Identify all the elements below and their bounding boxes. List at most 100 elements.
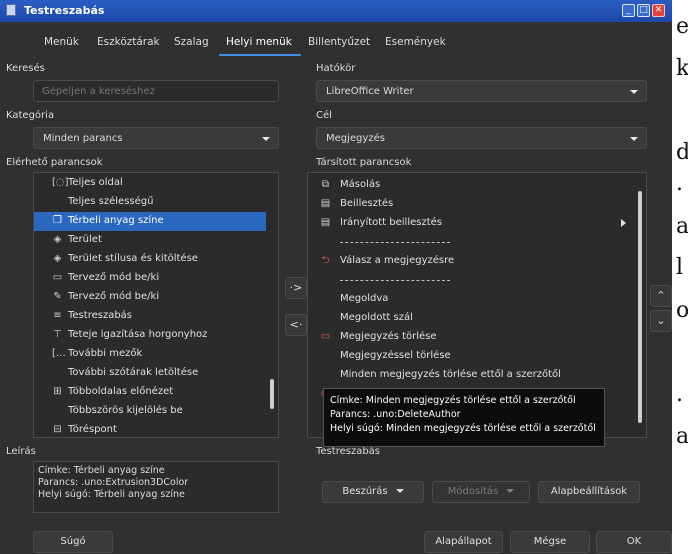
list-item-label: Megjegyzés törlése bbox=[340, 331, 437, 342]
background-letter: k bbox=[676, 56, 688, 81]
copy-icon: ⧉ bbox=[321, 179, 330, 190]
list-item-label: Töréspont bbox=[68, 424, 117, 435]
tab-events[interactable]: Események bbox=[385, 36, 446, 48]
background-letter: . bbox=[676, 171, 683, 196]
list-item[interactable]: ⊞ Többoldalas előnézet bbox=[34, 383, 266, 402]
list-item[interactable]: ≡ Testreszabás bbox=[34, 307, 266, 326]
list-item[interactable]: ◈ Terület bbox=[34, 231, 266, 250]
list-item-label: Beillesztés bbox=[340, 198, 394, 209]
list-item-label: Tervező mód be/ki bbox=[68, 272, 160, 283]
title-bar[interactable]: Testreszabás _ □ ✕ bbox=[0, 0, 672, 22]
background-letter: d bbox=[676, 140, 688, 165]
modify-button[interactable]: Módosítás bbox=[432, 481, 530, 503]
list-item[interactable]: [… További mezők bbox=[34, 345, 266, 364]
tab-menus[interactable]: Menük bbox=[44, 36, 79, 48]
reset-button[interactable]: Alapállapot bbox=[424, 531, 503, 553]
help-button[interactable]: Súgó bbox=[33, 531, 113, 553]
list-item[interactable]: ▭ Megjegyzés törlése bbox=[308, 328, 634, 347]
break-icon: ⊟ bbox=[53, 424, 62, 435]
insert-button-label: Beszúrás bbox=[342, 486, 388, 497]
chevron-down-icon bbox=[395, 489, 404, 493]
list-item-label: Megoldott szál bbox=[340, 312, 413, 323]
background-letter: a bbox=[676, 424, 688, 449]
list-item[interactable]: ◈ Terület stílusa és kitöltése bbox=[34, 250, 266, 269]
design-mode-icon: ▭ bbox=[52, 272, 63, 283]
list-item[interactable]: ⊤ Teteje igazítása horgonyhoz bbox=[34, 326, 266, 345]
list-item[interactable]: ⧉ Másolás bbox=[308, 176, 634, 195]
tab-toolbars[interactable]: Eszköztárak bbox=[97, 36, 160, 48]
background-letter: e bbox=[676, 14, 688, 39]
target-select[interactable]: Megjegyzés bbox=[316, 127, 647, 149]
list-item[interactable]: ▤ Beillesztés bbox=[308, 195, 634, 214]
search-field bbox=[33, 80, 279, 102]
list-item-label: Megjegyzéssel törlése bbox=[340, 350, 451, 361]
minimize-button[interactable]: _ bbox=[622, 4, 635, 17]
paste-icon: ▤ bbox=[320, 198, 331, 209]
search-input[interactable] bbox=[34, 81, 278, 101]
chevron-down-icon bbox=[630, 137, 638, 141]
list-item[interactable]: [◌] Teljes oldal bbox=[34, 174, 266, 193]
tab-keyboard[interactable]: Billentyűzet bbox=[308, 36, 370, 48]
chevron-down-icon bbox=[262, 137, 270, 141]
tooltip-line: Parancs: .uno:DeleteAuthor bbox=[330, 409, 461, 420]
list-item[interactable]: ⮌ Válasz a megjegyzésre bbox=[308, 252, 634, 271]
list-item[interactable]: ⊟ Töréspont bbox=[34, 421, 266, 437]
list-item[interactable]: ✎ Tervező mód be/ki bbox=[34, 288, 266, 307]
list-item[interactable]: ▤ Irányított beillesztés bbox=[308, 214, 634, 233]
design-mode-pen-icon: ✎ bbox=[53, 291, 62, 302]
cancel-button[interactable]: Mégse bbox=[510, 531, 590, 553]
category-label: Kategória bbox=[6, 110, 55, 121]
ok-button[interactable]: OK bbox=[596, 531, 672, 553]
available-list-scrollbar[interactable] bbox=[270, 379, 274, 409]
close-button[interactable]: ✕ bbox=[652, 4, 665, 17]
defaults-button[interactable]: Alapbeállítások bbox=[538, 481, 640, 503]
scope-value: LibreOffice Writer bbox=[326, 86, 414, 97]
tab-bar: Menük Eszköztárak Szalag Helyi menük Bil… bbox=[0, 32, 672, 54]
list-item[interactable]: Megoldott szál bbox=[308, 309, 634, 328]
multipage-preview-icon: ⊞ bbox=[53, 386, 62, 397]
available-commands-list[interactable]: ⊟ Töréspont Többszörös kijelölés be ⊞ Többol… bbox=[33, 172, 279, 438]
list-item[interactable]: További szótárak letöltése bbox=[34, 364, 266, 383]
active-tab-indicator bbox=[219, 54, 301, 56]
list-item[interactable]: Megjegyzéssel törlése bbox=[308, 347, 634, 366]
list-item[interactable]: Többszörös kijelölés be bbox=[34, 402, 266, 421]
move-up-button[interactable]: ⌃ bbox=[650, 285, 672, 307]
list-item[interactable]: Megoldva bbox=[308, 290, 634, 309]
list-item-label: Testreszabás bbox=[68, 310, 133, 321]
remove-command-button[interactable]: <· bbox=[285, 314, 307, 336]
list-item-label: Irányított beillesztés bbox=[340, 217, 443, 228]
chevron-down-icon bbox=[630, 90, 638, 94]
list-item[interactable]: ❒ Térbeli anyag színe bbox=[34, 212, 266, 231]
insert-button[interactable]: Beszúrás bbox=[322, 481, 424, 503]
anchor-top-icon: ⊤ bbox=[53, 329, 62, 340]
description-line: Címke: Térbeli anyag színe bbox=[38, 465, 165, 476]
scope-label: Hatókör bbox=[316, 63, 356, 74]
target-value: Megjegyzés bbox=[326, 133, 385, 144]
move-down-button[interactable]: ⌄ bbox=[650, 310, 672, 332]
tab-context-menus[interactable]: Helyi menük bbox=[226, 36, 292, 48]
list-item[interactable]: Teljes szélességű bbox=[34, 193, 266, 212]
customize-dialog: Testreszabás _ □ ✕ Menük Eszköztárak Sza… bbox=[0, 0, 672, 554]
list-item-label: További mezők bbox=[68, 348, 143, 359]
scope-select[interactable]: LibreOffice Writer bbox=[316, 80, 647, 102]
category-select[interactable]: Minden parancs bbox=[33, 127, 279, 149]
paste-special-icon: ▤ bbox=[320, 217, 331, 228]
list-item-label: Terület stílusa és kitöltése bbox=[68, 253, 198, 264]
list-item-label: Minden megjegyzés törlése ettől a szerző… bbox=[340, 369, 561, 380]
window-title: Testreszabás bbox=[24, 4, 105, 17]
list-item-label: Terület bbox=[68, 234, 102, 245]
list-item-label: Térbeli anyag színe bbox=[68, 215, 164, 226]
available-commands-label: Elérhető parancsok bbox=[6, 157, 103, 168]
reply-comment-icon: ⮌ bbox=[321, 255, 330, 266]
list-item-label: Teljes oldal bbox=[68, 177, 123, 188]
command-tooltip: Címke: Minden megjegyzés törlése ettől a… bbox=[323, 388, 605, 447]
separator-line bbox=[340, 280, 450, 281]
add-command-button[interactable]: ·> bbox=[285, 277, 307, 299]
list-item[interactable]: ▭ Tervező mód be/ki bbox=[34, 269, 266, 288]
delete-comment-icon: ▭ bbox=[320, 331, 331, 342]
maximize-button[interactable]: □ bbox=[637, 4, 650, 17]
list-item[interactable]: Minden megjegyzés törlése ettől a szerző… bbox=[308, 366, 634, 385]
assigned-list-scrollbar[interactable] bbox=[638, 191, 642, 423]
assigned-commands-label: Társított parancsok bbox=[316, 157, 412, 168]
tab-notebookbar[interactable]: Szalag bbox=[174, 36, 209, 48]
